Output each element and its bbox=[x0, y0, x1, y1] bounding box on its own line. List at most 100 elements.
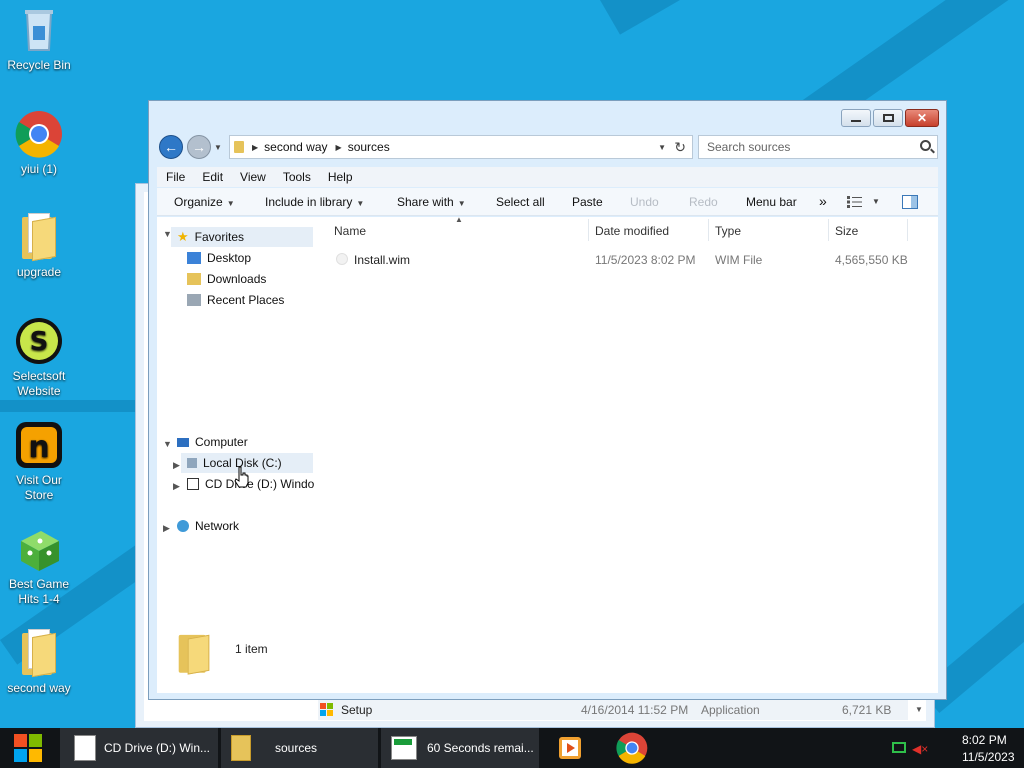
more-commands-button[interactable]: » bbox=[819, 193, 827, 209]
desktop-icon-store[interactable]: n Visit Our Store bbox=[2, 421, 76, 503]
recent-places-icon bbox=[187, 294, 201, 306]
column-divider[interactable] bbox=[588, 219, 589, 241]
close-button[interactable]: ✕ bbox=[905, 109, 939, 127]
minimize-button[interactable] bbox=[841, 109, 871, 127]
breadcrumb-chevron-icon[interactable]: ▶ bbox=[252, 143, 258, 152]
share-with-button[interactable]: Share with ▼ bbox=[397, 195, 466, 209]
close-icon: ✕ bbox=[916, 111, 928, 125]
redo-button[interactable]: Redo bbox=[689, 195, 718, 209]
menu-edit[interactable]: Edit bbox=[193, 170, 231, 184]
nav-downloads[interactable]: Downloads bbox=[187, 269, 266, 289]
chrome-icon bbox=[15, 110, 63, 158]
nav-cd-drive-d[interactable]: CD Drive (D:) Windo bbox=[187, 474, 314, 494]
recent-locations-button[interactable]: ▼ bbox=[214, 143, 222, 152]
search-input[interactable]: Search sources bbox=[707, 140, 790, 154]
change-view-button[interactable] bbox=[847, 196, 863, 211]
organize-button[interactable]: Organize ▼ bbox=[174, 195, 235, 209]
include-in-library-button[interactable]: Include in library ▼ bbox=[265, 195, 364, 209]
desktop-icon-recycle-bin[interactable]: Recycle Bin bbox=[2, 6, 76, 73]
paste-button[interactable]: Paste bbox=[572, 195, 603, 209]
column-name[interactable]: Name bbox=[334, 224, 366, 238]
drive-icon bbox=[187, 458, 197, 468]
column-date-modified[interactable]: Date modified bbox=[595, 224, 669, 238]
view-options-dropdown-icon[interactable]: ▼ bbox=[872, 197, 880, 206]
navigation-pane: ▼ ★ Favorites Desktop Downloads Recent P… bbox=[157, 217, 315, 627]
menu-file[interactable]: File bbox=[157, 170, 193, 184]
desktop-icon-best-game-hits[interactable]: Best Game Hits 1-4 bbox=[2, 525, 76, 607]
view-list-icon bbox=[847, 196, 862, 208]
column-size[interactable]: Size bbox=[835, 224, 858, 238]
collapse-computer-icon[interactable]: ▼ bbox=[163, 439, 172, 449]
taskbar-item-cd-drive[interactable]: CD Drive (D:) Win... bbox=[60, 728, 218, 768]
desktop-icon-second-way[interactable]: second way bbox=[2, 629, 76, 696]
menu-help[interactable]: Help bbox=[319, 170, 361, 184]
back-button[interactable]: ← bbox=[159, 135, 183, 159]
volume-muted-icon[interactable]: ◀× bbox=[912, 742, 928, 756]
system-tray: ◀× 8:02 PM 11/5/2023 bbox=[884, 728, 1024, 768]
taskbar-chrome[interactable] bbox=[610, 728, 654, 768]
nav-network[interactable]: Network bbox=[177, 516, 239, 536]
svg-text:S: S bbox=[30, 327, 49, 357]
maximize-button[interactable] bbox=[873, 109, 903, 127]
preview-pane-icon bbox=[902, 195, 918, 209]
breadcrumb-chevron-icon[interactable]: ▶ bbox=[336, 143, 342, 152]
desktop-icon-yiui[interactable]: yiui (1) bbox=[2, 110, 76, 177]
folder-icon bbox=[231, 735, 251, 761]
item-count: 1 item bbox=[235, 642, 268, 656]
taskbar-item-sources[interactable]: sources bbox=[221, 728, 378, 768]
address-dropdown-icon[interactable]: ▼ bbox=[658, 143, 666, 152]
file-row[interactable]: Install.wim 11/5/2023 8:02 PM WIM File 4… bbox=[324, 248, 914, 270]
expand-cd-drive-icon[interactable]: ▶ bbox=[173, 481, 180, 492]
preview-pane-button[interactable] bbox=[902, 195, 918, 212]
taskbar-item-60-seconds[interactable]: 60 Seconds remai... bbox=[381, 728, 539, 768]
details-pane: 1 item bbox=[157, 621, 938, 693]
address-bar[interactable]: ▶ second way ▶ sources ▼ ↻ bbox=[229, 135, 693, 159]
nav-favorites[interactable]: ★ Favorites bbox=[171, 227, 313, 247]
content-area: ▼ ★ Favorites Desktop Downloads Recent P… bbox=[157, 217, 938, 691]
desktop-icon-upgrade[interactable]: upgrade bbox=[2, 213, 76, 280]
nav-desktop[interactable]: Desktop bbox=[187, 248, 251, 268]
menu-bar-button[interactable]: Menu bar bbox=[746, 195, 797, 209]
column-divider[interactable] bbox=[828, 219, 829, 241]
windows-logo-icon bbox=[13, 734, 42, 762]
nav-computer[interactable]: Computer bbox=[177, 432, 248, 452]
file-icon bbox=[336, 253, 348, 265]
search-icon[interactable] bbox=[920, 140, 931, 151]
background-file-row[interactable]: Setup 4/16/2014 11:52 PM Application 6,7… bbox=[318, 700, 923, 720]
explorer-window[interactable]: ✕ ← → ▼ ▶ second way ▶ sources ▼ ↻ Searc… bbox=[148, 100, 947, 700]
search-box[interactable]: Search sources bbox=[698, 135, 938, 159]
arrow-left-icon: ← bbox=[164, 139, 178, 155]
network-status-icon[interactable] bbox=[892, 742, 906, 753]
taskbar-media-player[interactable] bbox=[548, 728, 592, 768]
start-button[interactable] bbox=[0, 728, 55, 768]
column-type[interactable]: Type bbox=[715, 224, 741, 238]
svg-text:n: n bbox=[28, 430, 49, 465]
folder-icon bbox=[15, 629, 63, 678]
star-icon: ★ bbox=[177, 229, 189, 244]
folder-icon bbox=[177, 629, 211, 675]
expand-local-disk-icon[interactable]: ▶ bbox=[173, 460, 180, 471]
forward-button[interactable]: → bbox=[187, 135, 211, 159]
menu-tools[interactable]: Tools bbox=[274, 170, 319, 184]
refresh-icon[interactable]: ↻ bbox=[674, 139, 686, 156]
selectsoft-icon: S bbox=[15, 317, 63, 365]
clock-time[interactable]: 8:02 PM bbox=[962, 733, 1007, 747]
select-all-button[interactable]: Select all bbox=[496, 195, 545, 209]
undo-button[interactable]: Undo bbox=[630, 195, 659, 209]
address-row: ← → ▼ ▶ second way ▶ sources ▼ ↻ Search … bbox=[157, 133, 938, 161]
column-divider[interactable] bbox=[907, 219, 908, 241]
expand-network-icon[interactable]: ▶ bbox=[163, 523, 170, 534]
menu-bar: File Edit View Tools Help bbox=[157, 167, 938, 187]
setup-icon bbox=[320, 703, 334, 717]
maximize-icon bbox=[882, 114, 894, 122]
column-divider[interactable] bbox=[708, 219, 709, 241]
store-icon: n bbox=[15, 421, 63, 469]
menu-view[interactable]: View bbox=[231, 170, 274, 184]
breadcrumb-second-way[interactable]: second way bbox=[264, 140, 327, 154]
clock-date[interactable]: 11/5/2023 bbox=[962, 750, 1015, 764]
nav-recent-places[interactable]: Recent Places bbox=[187, 290, 284, 310]
window-controls: ✕ bbox=[841, 109, 939, 127]
breadcrumb-sources[interactable]: sources bbox=[348, 140, 390, 154]
desktop-icon-selectsoft[interactable]: S Selectsoft Website bbox=[2, 317, 76, 399]
scroll-down-icon[interactable]: ▼ bbox=[915, 705, 923, 714]
